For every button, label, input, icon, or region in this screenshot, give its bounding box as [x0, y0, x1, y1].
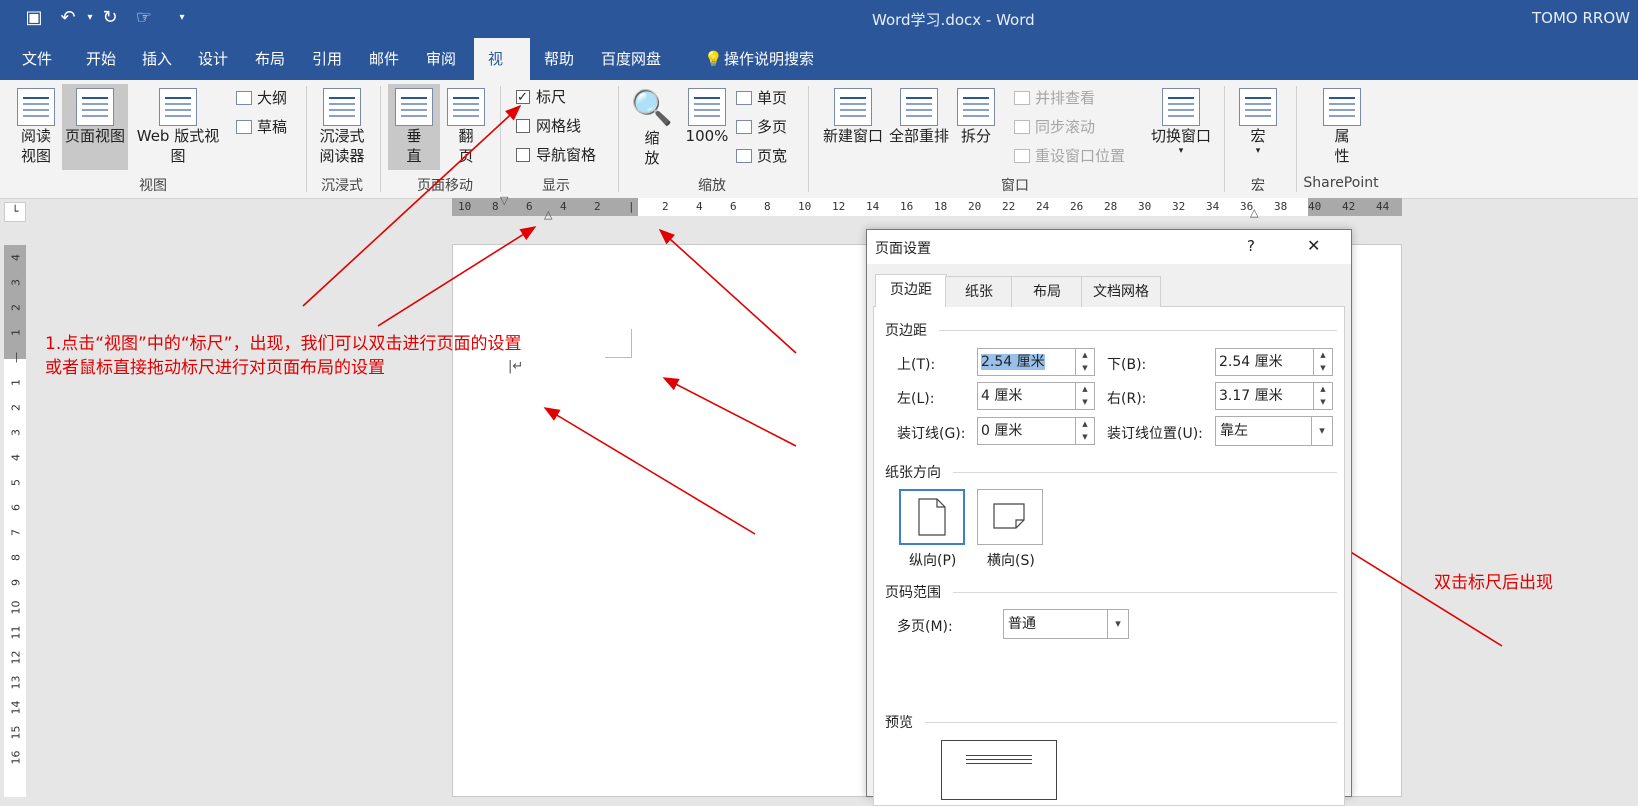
spinner-icon[interactable]: ▲ ▼ [1075, 383, 1094, 409]
arrow-to-crop-mark [662, 377, 797, 447]
close-button[interactable]: ✕ [1307, 236, 1320, 255]
top-margin-field[interactable]: 2.54 厘米 ▲ ▼ [977, 348, 1095, 376]
annotation-arrows [302, 104, 1503, 647]
portrait-page-icon [918, 498, 946, 536]
tab-paper[interactable]: 纸张 [945, 276, 1013, 307]
bottom-margin-field[interactable]: 2.54 厘米 ▲ ▼ [1215, 348, 1333, 376]
divider [953, 592, 1337, 593]
annotation-note-line1: 1.点击“视图”中的“标尺”，出现，我们可以双击进行页面的设置 [45, 334, 522, 354]
chevron-down-icon: ▾ [1311, 417, 1332, 445]
pages-section-label: 页码范围 [885, 585, 941, 601]
preview-lines [966, 755, 1032, 756]
top-margin-label: 上(T): [897, 357, 936, 373]
spinner-icon[interactable]: ▲ ▼ [1313, 349, 1332, 375]
page-setup-dialog: 页面设置 ? ✕ 页边距 纸张 布局 文档网格 页边距 上(T): 2.54 厘… [866, 229, 1352, 806]
arrow-to-cursor [543, 407, 756, 535]
gutter-label: 装订线(G): [897, 426, 966, 442]
spinner-icon[interactable]: ▲ ▼ [1313, 383, 1332, 409]
divider [925, 722, 1337, 723]
divider [939, 330, 1337, 331]
portrait-label: 纵向(P) [909, 553, 957, 569]
chevron-down-icon: ▾ [1107, 610, 1128, 638]
spinner-icon[interactable]: ▲ ▼ [1075, 349, 1094, 375]
landscape-button[interactable] [977, 489, 1043, 545]
multiple-pages-label: 多页(M): [897, 619, 953, 635]
tab-document-grid[interactable]: 文档网格 [1081, 276, 1161, 307]
bottom-margin-label: 下(B): [1107, 357, 1147, 373]
gutter-position-select[interactable]: 靠左 ▾ [1215, 416, 1333, 446]
gutter-field[interactable]: 0 厘米 ▲ ▼ [977, 417, 1095, 445]
dialog-title: 页面设置 [875, 241, 931, 257]
dialog-title-bar [867, 230, 1351, 264]
landscape-page-icon [993, 503, 1025, 529]
portrait-button[interactable] [899, 489, 965, 545]
arrow-to-ruler-indent [377, 226, 537, 327]
arrow-to-ruler-checkbox [302, 104, 522, 307]
right-margin-field[interactable]: 3.17 厘米 ▲ ▼ [1215, 382, 1333, 410]
spinner-icon[interactable]: ▲ ▼ [1075, 418, 1094, 444]
margins-section-label: 页边距 [885, 323, 927, 339]
landscape-label: 横向(S) [987, 553, 1035, 569]
right-margin-label: 右(R): [1107, 391, 1147, 407]
preview-section-label: 预览 [885, 715, 913, 731]
left-margin-field[interactable]: 4 厘米 ▲ ▼ [977, 382, 1095, 410]
orientation-section-label: 纸张方向 [885, 465, 941, 481]
gutter-position-label: 装订线位置(U): [1107, 426, 1203, 442]
arrow-to-ruler-margin [658, 228, 797, 354]
multiple-pages-select[interactable]: 普通 ▾ [1003, 609, 1129, 639]
left-margin-label: 左(L): [897, 391, 935, 407]
annotation-note-dialog: 双击标尺后出现 [1434, 573, 1553, 593]
preview-page [941, 740, 1057, 800]
tab-layout-dialog[interactable]: 布局 [1011, 276, 1083, 307]
help-button[interactable]: ? [1247, 237, 1255, 255]
annotation-note-line2: 或者鼠标直接拖动标尺进行对页面布局的设置 [45, 358, 385, 378]
tab-margins[interactable]: 页边距 [875, 274, 947, 307]
divider [953, 472, 1337, 473]
